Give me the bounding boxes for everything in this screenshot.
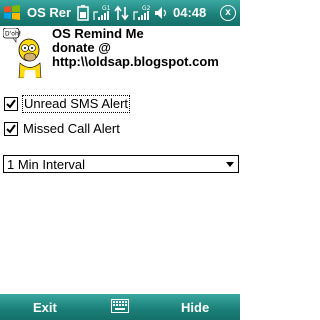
interval-dropdown[interactable]: 1 Min Interval <box>3 155 239 173</box>
keyboard-icon[interactable] <box>111 299 129 313</box>
dropdown-arrow-icon[interactable] <box>226 162 234 167</box>
softkey-bar: Exit Hide <box>0 294 240 320</box>
app-header: D'oh! OS Remind Me donate @ http:\\oldsa… <box>0 26 240 80</box>
interval-selected-value: 1 Min Interval <box>7 157 86 172</box>
signal-1-label: G1 <box>102 5 111 12</box>
checkmark-icon <box>6 124 16 134</box>
unread-sms-label[interactable]: Unread SMS Alert <box>21 95 131 113</box>
hide-softkey[interactable]: Hide <box>181 300 209 315</box>
clock-time[interactable]: 04:48 <box>173 5 206 21</box>
close-button[interactable]: x <box>220 5 236 21</box>
title-bar: OS Rer G1 G2 04:48 x <box>0 0 240 26</box>
data-transfer-icon <box>114 5 129 21</box>
missed-call-label[interactable]: Missed Call Alert <box>23 121 120 137</box>
blog-url[interactable]: http:\\oldsap.blogspot.com <box>52 55 219 69</box>
signal-2-label: G2 <box>142 5 151 12</box>
signal-2-icon: G2 <box>133 5 151 20</box>
volume-icon[interactable] <box>154 4 170 22</box>
signal-1-icon: G1 <box>93 5 111 20</box>
donate-text: donate @ <box>52 40 111 55</box>
homer-doh-icon: D'oh! <box>3 28 42 78</box>
doh-speech-text: D'oh! <box>5 31 21 38</box>
windows-start-icon[interactable] <box>3 4 21 22</box>
missed-call-checkbox[interactable] <box>4 122 18 136</box>
app-title: OS Remind Me <box>52 26 144 41</box>
battery-icon <box>77 5 89 21</box>
unread-sms-checkbox[interactable] <box>4 97 18 111</box>
window-title: OS Rer <box>27 5 72 20</box>
checkmark-icon <box>6 99 16 109</box>
exit-softkey[interactable]: Exit <box>33 300 57 315</box>
